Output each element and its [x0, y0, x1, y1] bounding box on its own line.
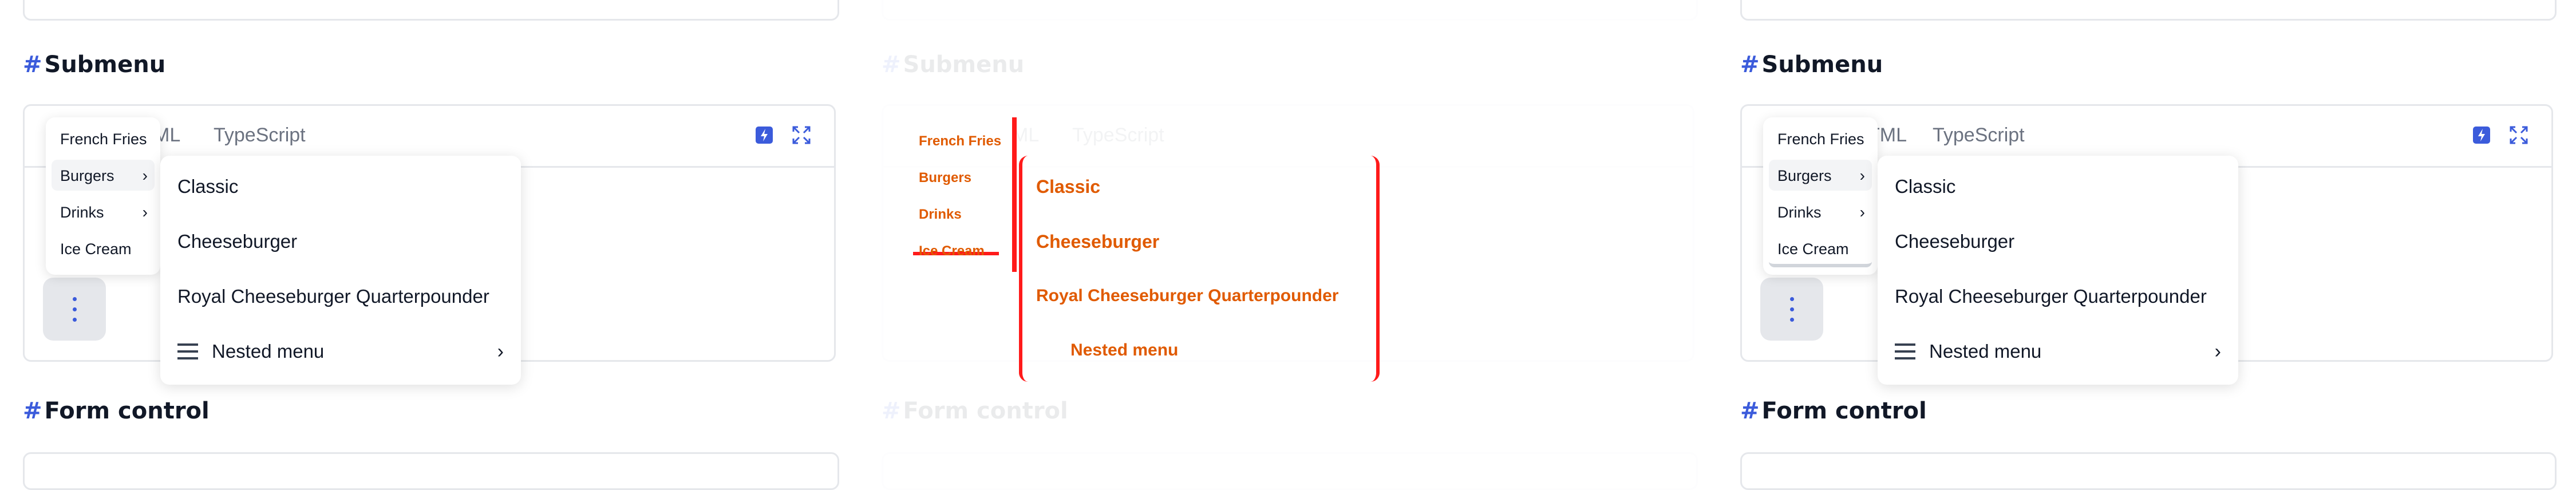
middle-panel: # Submenu ML TypeScript # Form control Fre… — [859, 0, 1717, 490]
chevron-right-icon: › — [1859, 203, 1865, 221]
dot — [73, 307, 77, 311]
submenu-item-classic[interactable]: Classic — [177, 176, 238, 197]
section-heading-submenu: # Submenu — [882, 52, 1025, 78]
section-heading-form-control: # Form control — [882, 398, 1068, 424]
chevron-right-icon: › — [1859, 167, 1865, 184]
menu-trigger-button[interactable] — [43, 278, 106, 341]
menu-item-drinks[interactable]: Drinks › — [52, 196, 155, 227]
dropdown-menu: French Fries Burgers › Drinks › Ice Crea… — [1763, 117, 1878, 275]
dropdown-menu: French Fries Burgers › Drinks › Ice Crea… — [46, 117, 160, 275]
expand-icon[interactable] — [2509, 125, 2528, 145]
dot — [1790, 318, 1794, 322]
section-heading-form-control: # Form control — [1740, 398, 1927, 424]
submenu-item-nested-menu[interactable]: Nested menu › — [1895, 338, 2221, 366]
menu-item-drinks[interactable]: Drinks › — [1769, 196, 1872, 227]
menu-item-ice-cream[interactable]: Ice Cream — [1769, 233, 1872, 267]
anchor-hash[interactable]: # — [23, 398, 42, 424]
previous-demo-card — [1740, 0, 2557, 21]
anchor-hash[interactable]: # — [23, 52, 42, 78]
previous-demo-card — [882, 0, 1698, 21]
submenu: Classic Cheeseburger Royal Cheeseburger … — [1878, 156, 2238, 385]
section-heading-submenu: # Submenu — [1740, 52, 1883, 78]
submenu-item-royal[interactable]: Royal Cheeseburger Quarterpounder — [1895, 286, 2207, 307]
section-heading-form-control: # Form control — [23, 398, 210, 424]
dot — [1790, 297, 1794, 301]
tab-typescript[interactable]: TypeScript — [214, 124, 306, 147]
dot — [1790, 307, 1794, 311]
menu-lines-icon — [1895, 343, 1915, 359]
menu-item-burgers[interactable]: Burgers › — [1769, 160, 1872, 191]
submenu-item-royal[interactable]: Royal Cheeseburger Quarterpounder — [177, 286, 489, 307]
menu-item-ice-cream[interactable]: Ice Cream — [52, 233, 155, 264]
menu-item-french-fries[interactable]: French Fries — [52, 123, 155, 154]
submenu-item-cheeseburger[interactable]: Cheeseburger — [177, 231, 297, 252]
chevron-right-icon: › — [2214, 341, 2221, 362]
chevron-right-icon: › — [142, 167, 148, 184]
dot — [73, 297, 77, 301]
menu-item-burgers[interactable]: Burgers › — [52, 160, 155, 191]
section-heading-submenu: # Submenu — [23, 52, 166, 78]
menu-trigger-button[interactable] — [1760, 278, 1823, 341]
ghost-menu-edge — [1012, 117, 1017, 272]
left-panel: #Submenu ML TypeScript French Fries Bur — [0, 0, 859, 490]
anchor-hash[interactable]: # — [1740, 52, 1760, 78]
submenu: Classic Cheeseburger Royal Cheeseburger … — [160, 156, 521, 385]
previous-demo-card — [23, 0, 839, 21]
dot — [73, 318, 77, 322]
chevron-right-icon: › — [142, 203, 148, 221]
submenu-item-cheeseburger[interactable]: Cheeseburger — [1895, 231, 2014, 252]
submenu-item-nested-menu[interactable]: Nested menu › — [177, 338, 504, 366]
menu-item-french-fries[interactable]: French Fries — [1769, 123, 1872, 154]
bolt-icon[interactable] — [754, 125, 774, 145]
bolt-icon[interactable] — [2472, 125, 2491, 145]
chevron-right-icon: › — [497, 341, 504, 362]
expand-icon[interactable] — [792, 125, 811, 145]
submenu-item-classic[interactable]: Classic — [1895, 176, 1955, 197]
menu-lines-icon — [177, 343, 198, 359]
anchor-hash[interactable]: # — [1740, 398, 1760, 424]
tab-typescript[interactable]: TypeScript — [1933, 124, 2025, 147]
right-panel: # Submenu TML TypeScript French Fries Bur… — [1717, 0, 2576, 490]
